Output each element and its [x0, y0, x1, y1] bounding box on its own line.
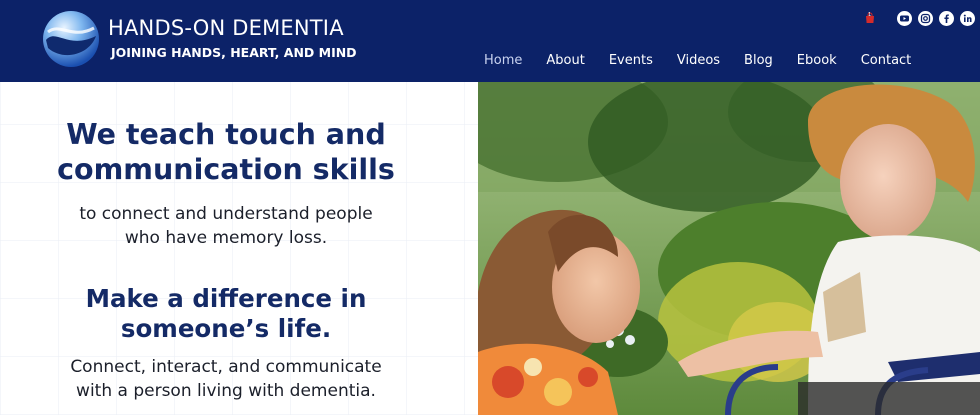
hero-subtext-2: Connect, interact, and communicate with … — [0, 356, 452, 404]
hero-photo — [478, 82, 980, 415]
hero-headline-1-line-1: We teach touch and — [66, 118, 386, 151]
hero-headline-2: Make a difference in someone’s life. — [0, 284, 452, 344]
hero-headline-1-line-2: communication skills — [57, 152, 395, 186]
nav-item-about[interactable]: About — [534, 53, 596, 68]
hero-subtext-1-line-2: who have memory loss. — [124, 227, 328, 248]
hero-headline-2-line-1: Make a difference in — [85, 284, 367, 313]
linkedin-icon[interactable] — [960, 11, 975, 26]
nav-item-contact[interactable]: Contact — [849, 53, 924, 68]
facebook-icon[interactable] — [939, 11, 954, 26]
hero-headline-2-line-2: someone’s life. — [120, 313, 332, 343]
nav-item-videos[interactable]: Videos — [665, 53, 732, 68]
hero-subtext-1: to connect and understand people who hav… — [0, 203, 452, 251]
instagram-icon[interactable] — [918, 11, 933, 26]
nav-item-events[interactable]: Events — [597, 53, 665, 68]
hero-subtext-2-line-1: Connect, interact, and communicate — [70, 357, 382, 377]
brand-title[interactable]: HANDS-ON DEMENTIA — [108, 16, 344, 40]
nav-item-blog[interactable]: Blog — [732, 53, 785, 68]
swirl-globe-logo[interactable] — [42, 10, 100, 68]
cart-count: 1 — [868, 12, 872, 18]
hero-headline-1: We teach touch and communication skills — [0, 118, 452, 188]
hero-subtext-1-line-1: to connect and understand people — [79, 204, 373, 224]
nav-item-ebook[interactable]: Ebook — [785, 53, 849, 68]
hero-text-panel: We teach touch and communication skills … — [0, 82, 478, 415]
main-nav: Home About Events Videos Blog Ebook Cont… — [472, 48, 923, 72]
brand-tagline: JOINING HANDS, HEART, AND MIND — [111, 45, 357, 60]
site-header: HANDS-ON DEMENTIA JOINING HANDS, HEART, … — [0, 0, 980, 82]
hero-subtext-2-line-2: with a person living with dementia. — [76, 380, 376, 401]
youtube-icon[interactable] — [897, 11, 912, 26]
nav-item-home[interactable]: Home — [472, 53, 534, 68]
